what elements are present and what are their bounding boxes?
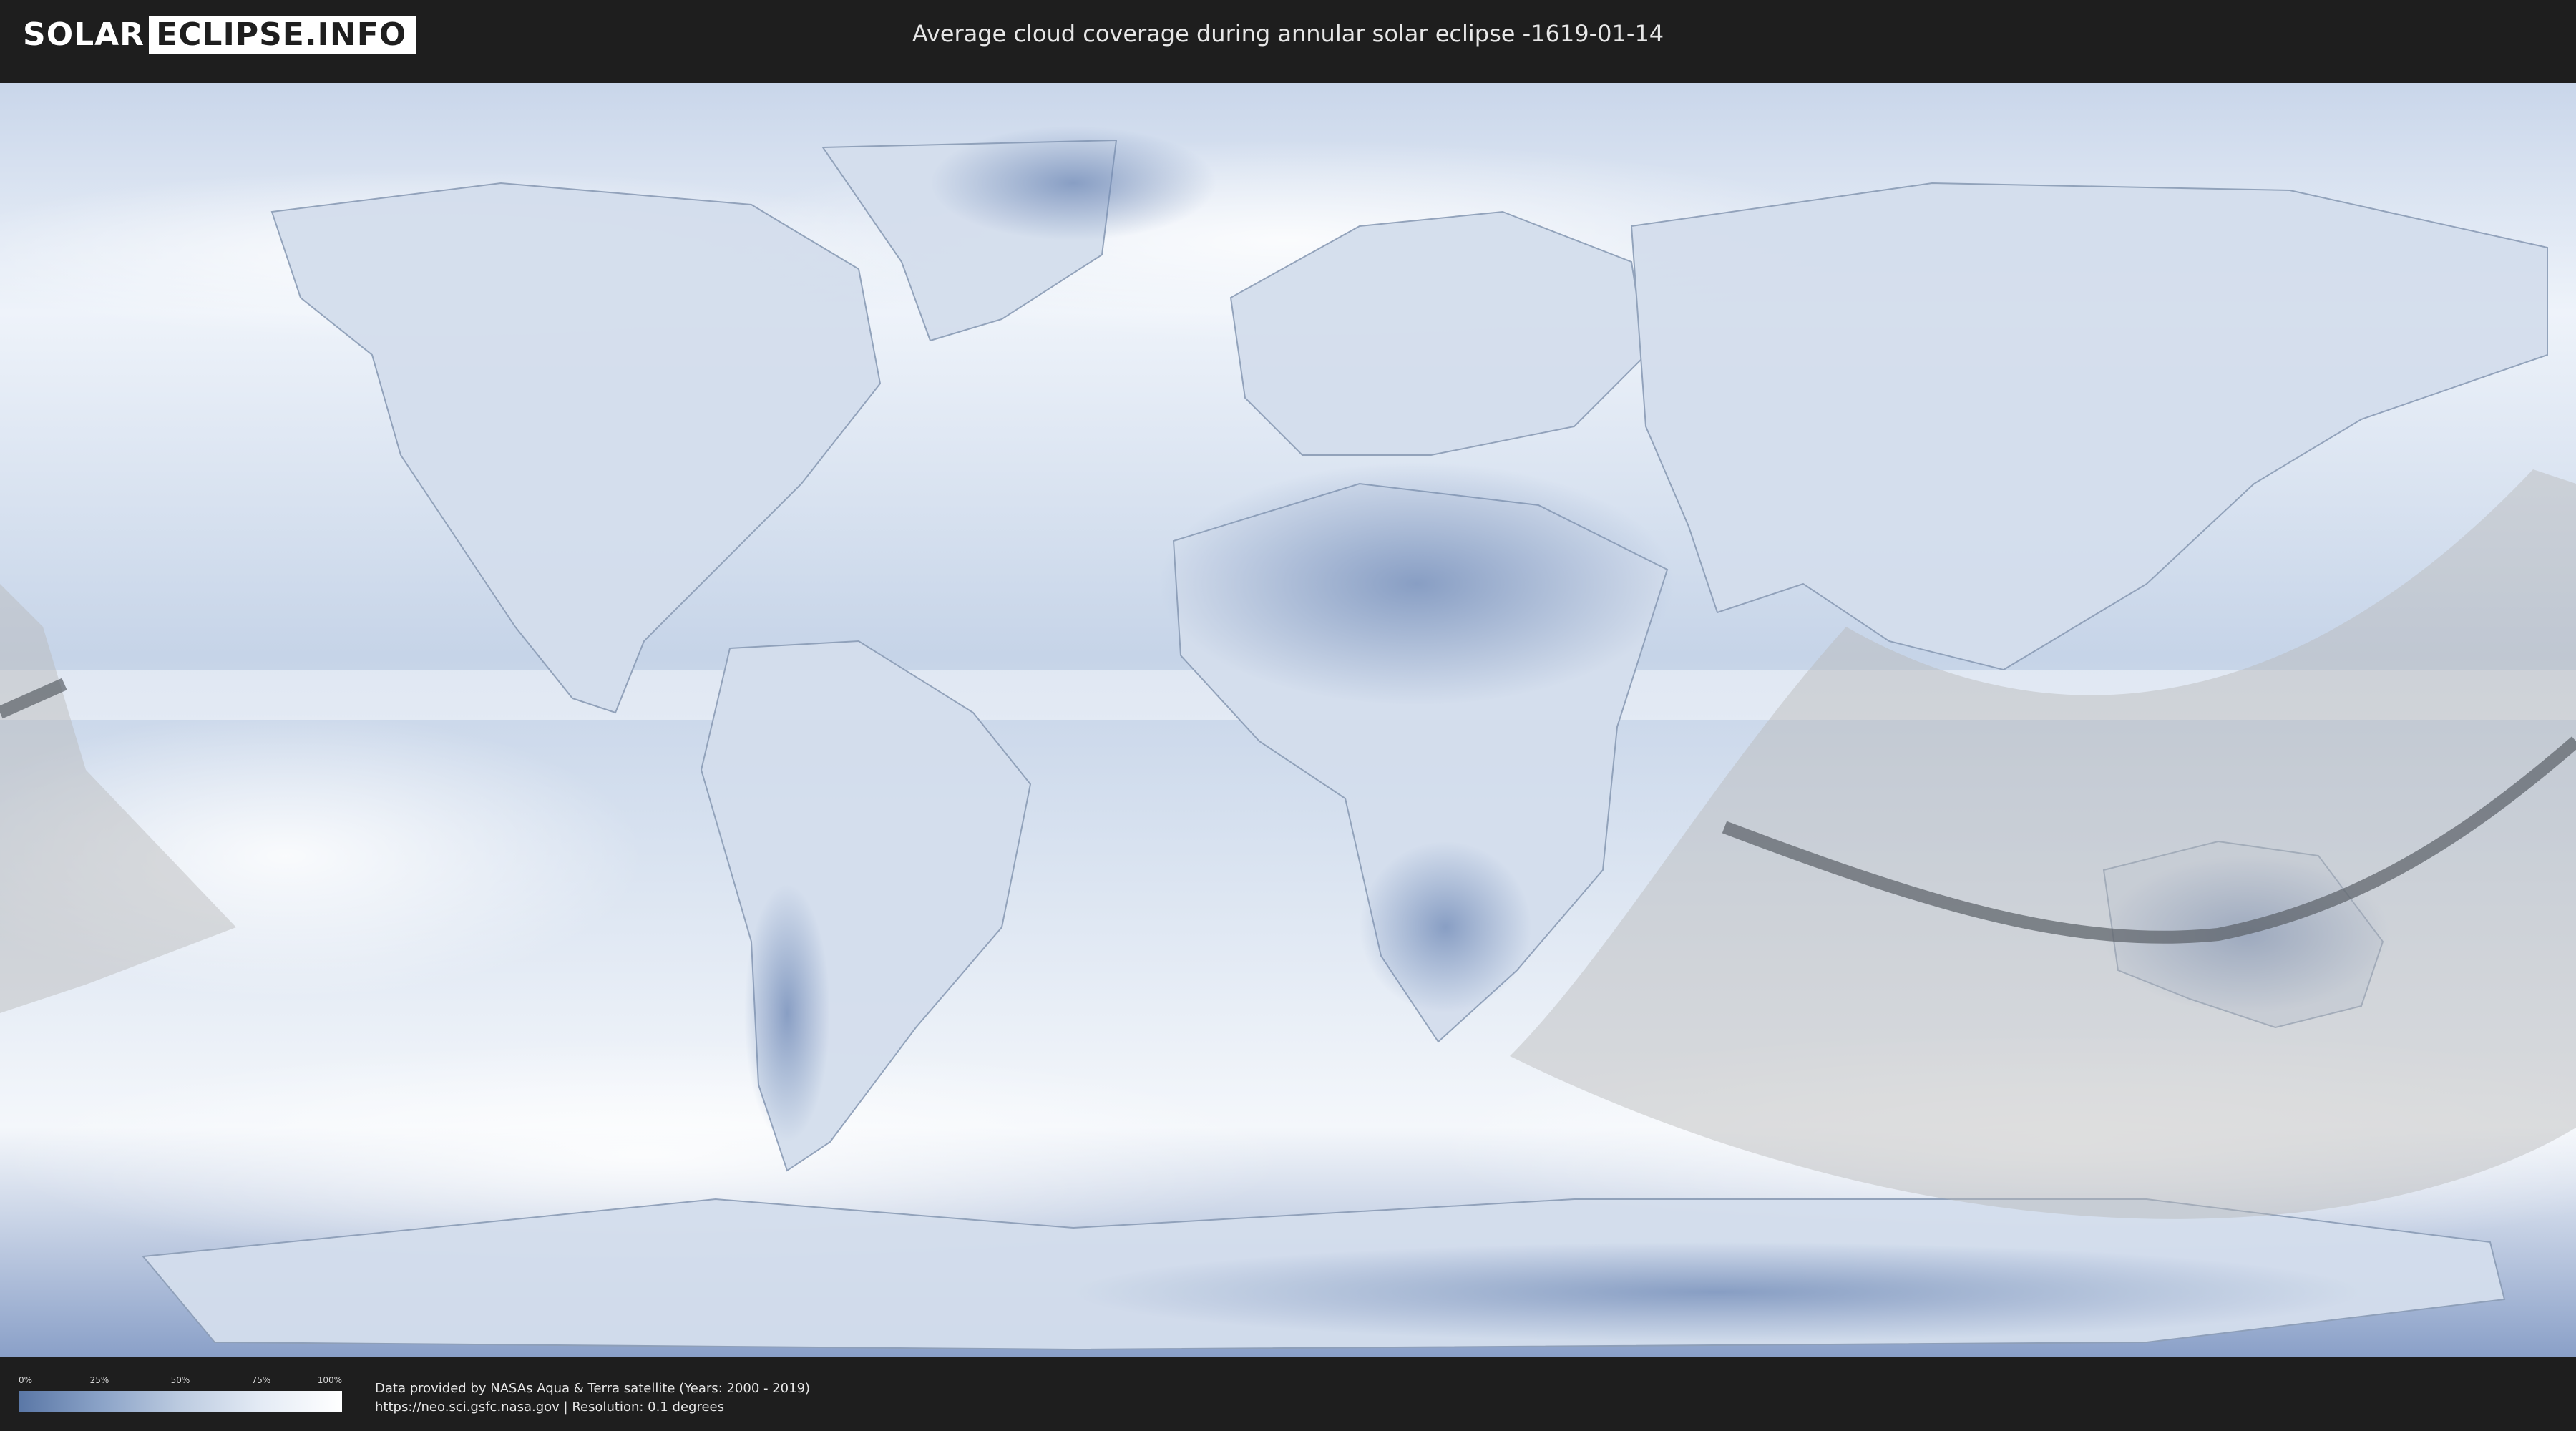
footer-bar: 0% 25% 50% 75% 100% Data provided by NAS… xyxy=(0,1359,2576,1431)
cloud-coverage-map xyxy=(0,83,2576,1357)
data-credits: Data provided by NASAs Aqua & Terra sate… xyxy=(375,1379,810,1417)
legend-tick-0: 0% xyxy=(19,1375,33,1385)
legend-tick-25: 25% xyxy=(89,1375,109,1385)
legend-tick-50: 50% xyxy=(170,1375,190,1385)
legend-tick-75: 75% xyxy=(251,1375,271,1385)
legend-color-bar xyxy=(19,1391,342,1412)
credits-line-source: Data provided by NASAs Aqua & Terra sate… xyxy=(375,1381,811,1396)
legend-ticks: 0% 25% 50% 75% 100% xyxy=(19,1375,342,1387)
cloud-coverage-legend: 0% 25% 50% 75% 100% xyxy=(19,1375,342,1415)
header-bar: SOLAR ECLIPSE.INFO Average cloud coverag… xyxy=(0,0,2576,72)
credits-line-url[interactable]: https://neo.sci.gsfc.nasa.gov | Resoluti… xyxy=(375,1398,810,1417)
world-map-icon xyxy=(0,83,2576,1357)
page-title: Average cloud coverage during annular so… xyxy=(912,20,1664,47)
legend-tick-100: 100% xyxy=(317,1375,342,1385)
